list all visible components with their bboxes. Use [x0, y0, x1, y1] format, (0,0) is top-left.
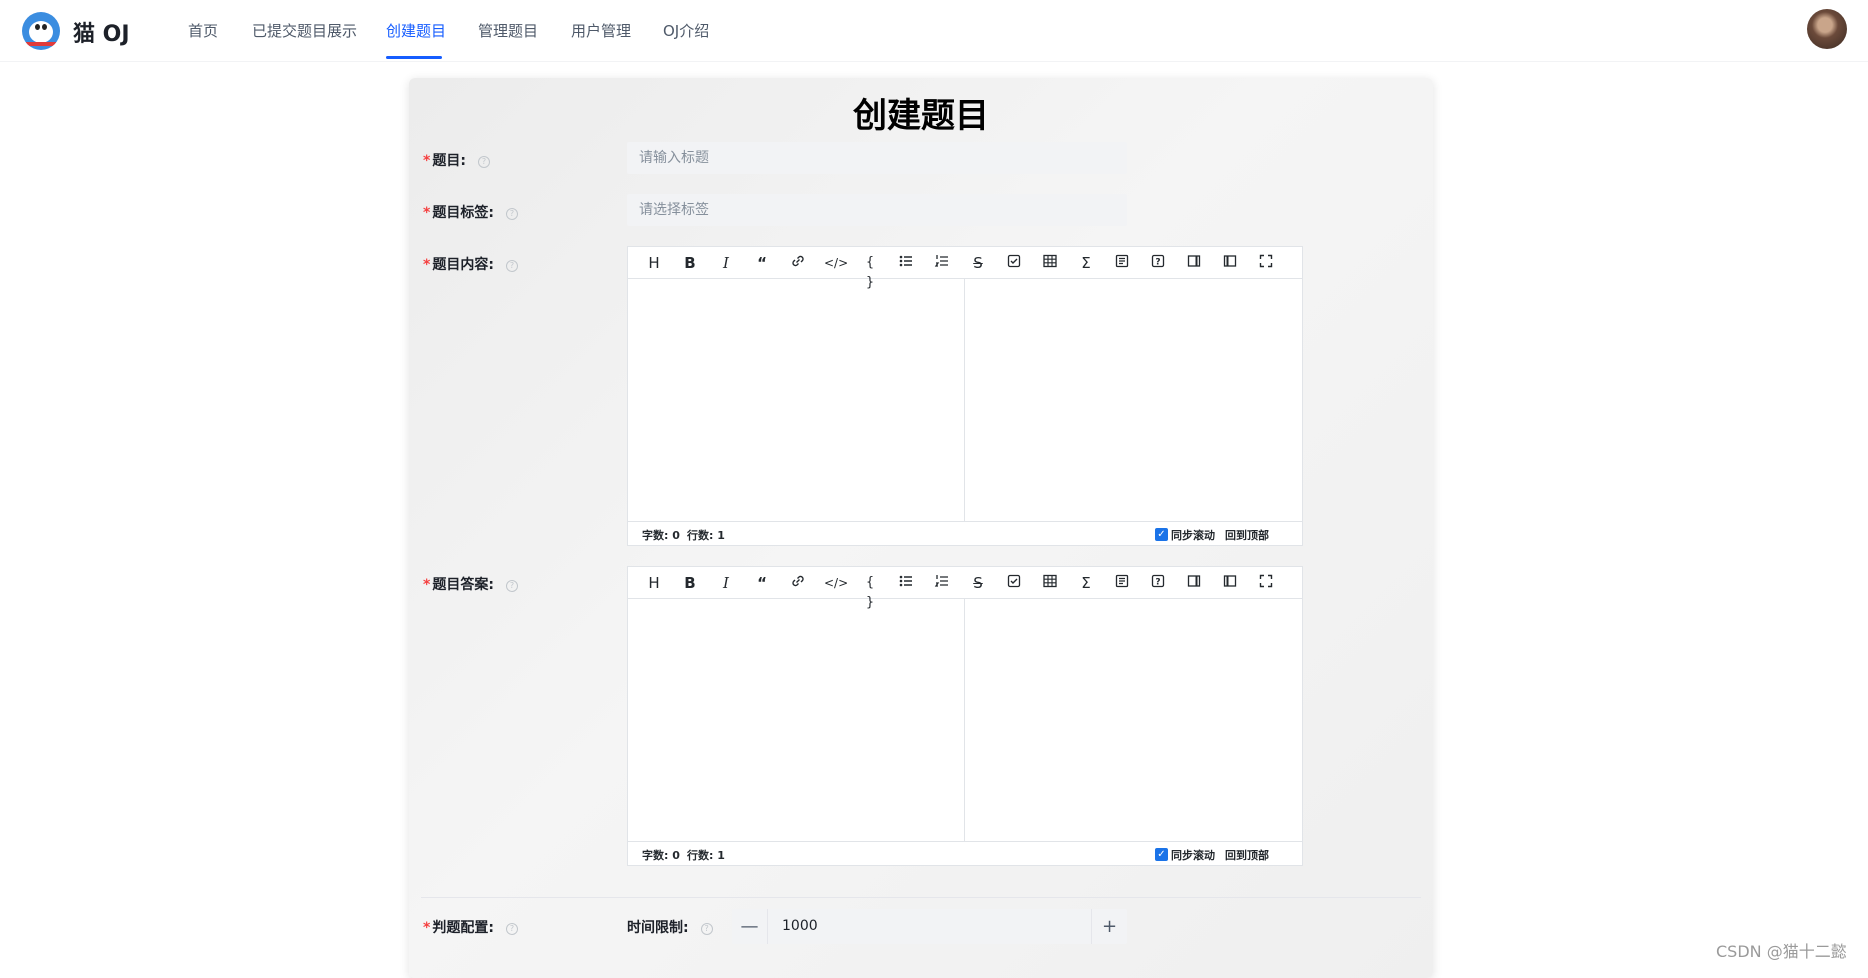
code-icon[interactable]: </>: [824, 253, 848, 273]
quote-icon[interactable]: “: [752, 253, 772, 273]
help-icon[interactable]: ?: [1148, 253, 1168, 273]
fullscreen-icon[interactable]: [1256, 253, 1276, 273]
heading-icon[interactable]: H: [644, 253, 664, 273]
content-label: * 题目内容:?: [423, 254, 518, 274]
preview-only-icon[interactable]: [1184, 573, 1204, 593]
sync-scroll-checkbox[interactable]: ✓: [1155, 848, 1168, 861]
nav-submitted-questions[interactable]: 已提交题目展示: [252, 20, 357, 41]
unordered-list-icon[interactable]: [896, 573, 916, 593]
page-title: 创建题目: [853, 96, 989, 136]
editor-only-icon[interactable]: [1220, 573, 1240, 593]
nav-home[interactable]: 首页: [188, 20, 218, 41]
required-mark: *: [423, 577, 431, 593]
table-icon[interactable]: [1040, 573, 1060, 593]
formula-icon[interactable]: Σ: [1076, 573, 1096, 593]
link-icon[interactable]: [788, 253, 808, 273]
italic-icon[interactable]: I: [716, 573, 736, 593]
editor-pane-divider: [964, 599, 965, 841]
svg-text:?: ?: [1155, 578, 1160, 588]
content-markdown-editor[interactable]: H B I “ </> { } S Σ ? 字数: 0 行数: 1 ✓ 同步滚动…: [627, 246, 1303, 546]
editor-toolbar: H B I “ </> { } S Σ ?: [628, 567, 1302, 610]
nav-oj-intro[interactable]: OJ介绍: [663, 20, 709, 41]
table-icon[interactable]: [1040, 253, 1060, 273]
editor-statusbar: 字数: 0 行数: 1 ✓ 同步滚动 回到顶部: [628, 521, 1302, 545]
ordered-list-icon[interactable]: [932, 253, 952, 273]
back-to-top-button[interactable]: 回到顶部: [1225, 527, 1269, 543]
section-divider: [421, 897, 1421, 898]
logo-text[interactable]: 猫 OJ: [73, 16, 130, 48]
top-navbar: 猫 OJ 首页 已提交题目展示 创建题目 管理题目 用户管理 OJ介绍: [0, 0, 1868, 62]
increment-button[interactable]: +: [1091, 909, 1127, 944]
help-icon[interactable]: ?: [505, 208, 518, 220]
italic-icon[interactable]: I: [716, 253, 736, 273]
required-mark: *: [423, 920, 431, 936]
active-tab-indicator: [386, 56, 442, 59]
line-count: 行数: 1: [687, 529, 725, 542]
heading-icon[interactable]: H: [644, 573, 664, 593]
help-icon[interactable]: ?: [700, 923, 713, 935]
task-list-icon[interactable]: [1004, 253, 1024, 273]
formula-icon[interactable]: Σ: [1076, 253, 1096, 273]
line-count: 行数: 1: [687, 849, 725, 862]
bold-icon[interactable]: B: [680, 253, 700, 273]
help-icon[interactable]: ?: [505, 580, 518, 592]
word-count: 字数: 0: [642, 529, 680, 542]
help-icon[interactable]: ?: [505, 923, 518, 935]
required-mark: *: [423, 153, 431, 169]
preview-only-icon[interactable]: [1184, 253, 1204, 273]
ordered-list-icon[interactable]: [932, 573, 952, 593]
code-block-icon[interactable]: { }: [860, 573, 880, 610]
user-avatar[interactable]: [1807, 9, 1847, 49]
sync-scroll-label[interactable]: 同步滚动: [1171, 527, 1215, 543]
required-mark: *: [423, 205, 431, 221]
logo-icon[interactable]: [22, 12, 60, 50]
sync-scroll-label[interactable]: 同步滚动: [1171, 847, 1215, 863]
tags-label: * 题目标签:?: [423, 202, 518, 222]
fullscreen-icon[interactable]: [1256, 573, 1276, 593]
help-icon[interactable]: ?: [505, 260, 518, 272]
watermark: CSDN @猫十二懿: [1716, 942, 1847, 961]
help-icon[interactable]: ?: [1148, 573, 1168, 593]
judge-config-label: * 判题配置:?: [423, 917, 518, 937]
time-limit-stepper[interactable]: — 1000 +: [732, 909, 1127, 944]
word-count: 字数: 0: [642, 849, 680, 862]
answer-markdown-editor[interactable]: H B I “ </> { } S Σ ? 字数: 0 行数: 1 ✓ 同步滚动…: [627, 566, 1303, 866]
nav-create-question[interactable]: 创建题目: [386, 20, 446, 41]
title-input[interactable]: 请输入标题: [627, 142, 1127, 174]
time-limit-value[interactable]: 1000: [782, 918, 818, 934]
required-mark: *: [423, 257, 431, 273]
quote-icon[interactable]: “: [752, 573, 772, 593]
strikethrough-icon[interactable]: S: [968, 253, 988, 273]
task-list-icon[interactable]: [1004, 573, 1024, 593]
editor-toolbar: H B I “ </> { } S Σ ?: [628, 247, 1302, 290]
toc-icon[interactable]: [1112, 253, 1132, 273]
unordered-list-icon[interactable]: [896, 253, 916, 273]
editor-statusbar: 字数: 0 行数: 1 ✓ 同步滚动 回到顶部: [628, 841, 1302, 865]
svg-text:?: ?: [1155, 258, 1160, 268]
code-block-icon[interactable]: { }: [860, 253, 880, 290]
bold-icon[interactable]: B: [680, 573, 700, 593]
nav-user-management[interactable]: 用户管理: [571, 20, 631, 41]
time-limit-label: 时间限制:?: [627, 917, 713, 937]
nav-manage-questions[interactable]: 管理题目: [478, 20, 538, 41]
editor-only-icon[interactable]: [1220, 253, 1240, 273]
toc-icon[interactable]: [1112, 573, 1132, 593]
back-to-top-button[interactable]: 回到顶部: [1225, 847, 1269, 863]
code-icon[interactable]: </>: [824, 573, 848, 593]
create-question-card: 创建题目 * 题目:? 请输入标题 * 题目标签:? 请选择标签 * 题目内容:? H…: [409, 78, 1433, 978]
editor-pane-divider: [964, 279, 965, 521]
tags-select[interactable]: 请选择标签: [627, 194, 1127, 226]
decrement-button[interactable]: —: [732, 909, 768, 944]
help-icon[interactable]: ?: [477, 156, 490, 168]
answer-label: * 题目答案:?: [423, 574, 518, 594]
strikethrough-icon[interactable]: S: [968, 573, 988, 593]
sync-scroll-checkbox[interactable]: ✓: [1155, 528, 1168, 541]
title-label: * 题目:?: [423, 150, 490, 170]
link-icon[interactable]: [788, 573, 808, 593]
